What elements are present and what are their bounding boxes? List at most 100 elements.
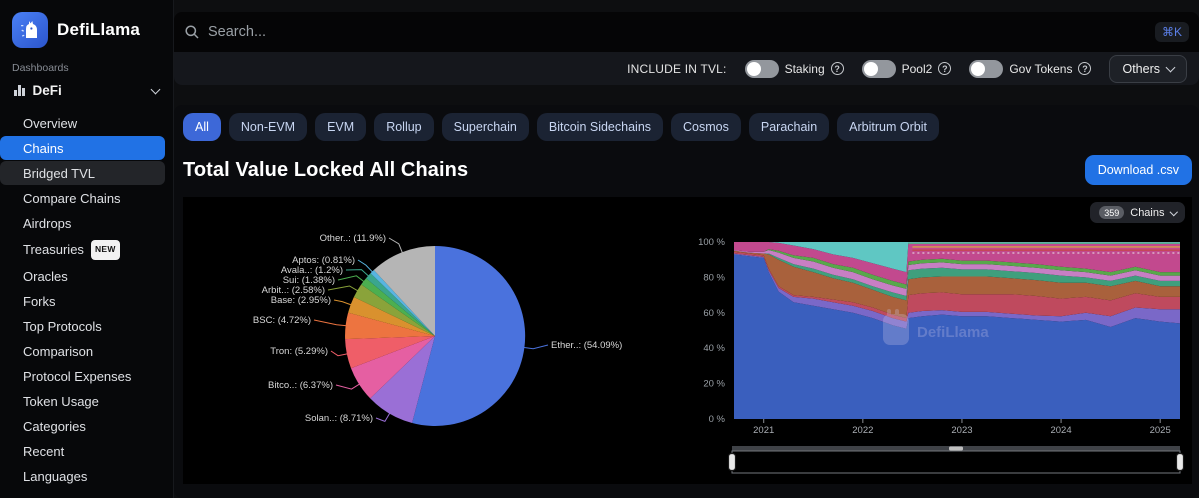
pie-label-line — [345, 269, 370, 277]
sidebar-item-label: Token Usage — [23, 393, 99, 409]
help-icon[interactable]: ? — [1078, 62, 1092, 75]
tab-non-evm[interactable]: Non-EVM — [228, 113, 308, 141]
sidebar-item-label: Overview — [23, 115, 78, 131]
sidebar-item-label: Categories — [23, 418, 86, 434]
x-axis-label: 2023 — [951, 425, 972, 436]
sidebar-item-label: Top Protocols — [23, 318, 102, 334]
chains-label: Chains — [1130, 206, 1165, 219]
tvl-charts[interactable]: Ether..: (54.09%) Solan..: (8.71%) Bitco..… — [183, 197, 1192, 484]
y-axis-label: 20 % — [703, 379, 725, 390]
x-axis-label: 2022 — [852, 425, 873, 436]
tab-all[interactable]: All — [183, 113, 221, 141]
y-axis-label: 80 % — [703, 272, 725, 283]
sidebar-item-label: Recent — [23, 443, 65, 459]
tab-parachain[interactable]: Parachain — [748, 113, 830, 141]
dashboard-selector[interactable]: DeFi — [0, 74, 173, 102]
pie-label-solan: Solan..: (8.71%) — [305, 413, 373, 424]
chains-count-dropdown[interactable]: 359 Chains — [1090, 202, 1185, 223]
tvl-toggles: Staking? Pool2? Gov Tokens? — [744, 59, 1092, 78]
main-column: ⌘K INCLUDE IN TVL: Staking? Pool2? Gov Tok… — [174, 0, 1199, 498]
y-axis-label: 60 % — [703, 308, 725, 319]
pie-label-aptos: Aptos: (0.81%) — [292, 255, 355, 266]
toggle-label: Gov Tokens — [1009, 61, 1073, 76]
y-axis-label: 40 % — [703, 343, 725, 354]
pie-label-line — [327, 285, 359, 292]
tab-bitcoin-sidechains[interactable]: Bitcoin Sidechains — [536, 113, 664, 141]
sidebar-item-languages[interactable]: Languages — [13, 464, 165, 488]
tab-arbitrum-orbit[interactable]: Arbitrum Orbit — [837, 113, 939, 141]
sidebar-item-compare-chains[interactable]: Compare Chains — [13, 186, 165, 210]
title-row: Total Value Locked All Chains Download .… — [174, 141, 1199, 193]
zoom-brush-window[interactable] — [731, 450, 1181, 474]
include-in-tvl-label: INCLUDE IN TVL: — [627, 61, 727, 76]
tab-superchain[interactable]: Superchain — [441, 113, 529, 141]
toggle-switch[interactable] — [861, 59, 896, 78]
x-axis-label: 2024 — [1050, 425, 1071, 436]
zoom-scrollbar-grip[interactable] — [949, 446, 963, 451]
pie-label-avala: Avala..: (1.2%) — [281, 265, 343, 276]
sidebar-item-forks[interactable]: Forks — [13, 289, 165, 313]
sidebar-item-label: Comparison — [23, 343, 94, 359]
y-axis-label: 100 % — [698, 237, 725, 248]
sidebar-item-bridged-tvl[interactable]: Bridged TVL — [0, 161, 165, 185]
toggle-knob — [863, 61, 878, 76]
toggle-staking[interactable]: Staking? — [744, 59, 844, 78]
dashboard-selector-label: DeFi — [32, 83, 62, 98]
svg-text:DefiLlama: DefiLlama — [917, 324, 989, 341]
pie-label-base: Base: (2.95%) — [271, 295, 331, 306]
pie-label-line — [337, 275, 365, 283]
sidebar-item-airdrops[interactable]: Airdrops — [13, 211, 165, 235]
sidebar-item-recent[interactable]: Recent — [13, 439, 165, 463]
tab-rollup[interactable]: Rollup — [374, 113, 434, 141]
page-title: Total Value Locked All Chains — [183, 158, 469, 181]
zoom-handle-left[interactable] — [727, 452, 737, 472]
others-label: Others — [1122, 61, 1160, 76]
chevron-down-icon — [1169, 207, 1178, 216]
pie-label-line — [333, 299, 352, 306]
search-input[interactable] — [200, 24, 1155, 40]
sidebar-item-token-usage[interactable]: Token Usage — [13, 389, 165, 413]
sidebar-nav: Overview Chains Bridged TVL Compare Chains A… — [0, 111, 173, 488]
download-csv-button[interactable]: Download .csv — [1084, 155, 1192, 185]
pie-label-arbit: Arbit..: (2.58%) — [262, 285, 325, 296]
sidebar-item-label: Compare Chains — [23, 190, 121, 206]
chevron-down-icon — [1165, 62, 1176, 73]
sidebar-item-overview[interactable]: Overview — [13, 111, 165, 135]
zoom-handle-right[interactable] — [1175, 452, 1185, 472]
pie-label-bsc: BSC: (4.72%) — [253, 315, 311, 326]
y-axis-label: 0 % — [709, 414, 726, 425]
sidebar-item-comparison[interactable]: Comparison — [13, 339, 165, 363]
tab-cosmos[interactable]: Cosmos — [671, 113, 741, 141]
sidebar-item-top-protocols[interactable]: Top Protocols — [13, 314, 165, 338]
toggle-knob — [971, 61, 986, 76]
toggle-gov-tokens[interactable]: Gov Tokens? — [969, 59, 1092, 78]
sidebar-item-oracles[interactable]: Oracles — [13, 264, 165, 288]
shortcut-badge: ⌘K — [1154, 22, 1189, 42]
bar-chart-icon — [14, 85, 25, 96]
toggle-switch[interactable] — [744, 59, 779, 78]
toggle-pool2[interactable]: Pool2? — [861, 59, 952, 78]
sidebar-item-treasuries[interactable]: Treasuries NEW — [13, 236, 165, 263]
sidebar-item-protocol-expenses[interactable]: Protocol Expenses — [13, 364, 165, 388]
sidebar-item-label: Forks — [23, 293, 56, 309]
pie-label-bitco: Bitco..: (6.37%) — [268, 380, 333, 391]
pie-label-line — [375, 412, 391, 423]
toggle-switch[interactable] — [969, 59, 1004, 78]
sidebar-item-chains[interactable]: Chains — [0, 136, 165, 160]
sidebar-item-categories[interactable]: Categories — [13, 414, 165, 438]
help-icon[interactable]: ? — [938, 62, 952, 75]
pie-label-line — [330, 350, 348, 357]
brand[interactable]: DefiLlama — [0, 12, 173, 48]
sidebar-item-label: Chains — [23, 140, 64, 156]
search-bar[interactable]: ⌘K — [174, 12, 1199, 52]
search-icon — [184, 24, 200, 40]
sidebar-item-label: Treasuries — [23, 242, 84, 257]
x-axis-label: 2021 — [753, 425, 774, 436]
others-dropdown[interactable]: Others — [1109, 54, 1187, 83]
sidebar-item-label: Protocol Expenses — [23, 368, 132, 384]
x-axis-label: 2025 — [1150, 425, 1171, 436]
pie-label-line — [313, 319, 347, 327]
help-icon[interactable]: ? — [830, 62, 844, 75]
tab-evm[interactable]: EVM — [315, 113, 367, 141]
chain-type-tabs: All Non-EVM EVM Rollup Superchain Bitcoin Sid… — [174, 105, 1199, 141]
